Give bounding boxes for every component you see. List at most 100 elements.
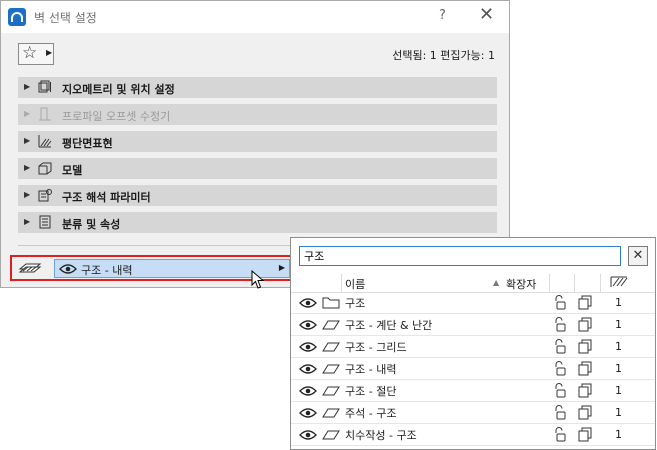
layer-name: 구조 <box>345 297 366 310</box>
layer-mode-icon[interactable] <box>578 383 592 398</box>
layer-mode-icon[interactable] <box>578 295 592 310</box>
column-divider <box>341 274 342 292</box>
column-divider <box>574 274 575 292</box>
layer-row[interactable]: 구조 - 그리드 1 <box>291 336 655 358</box>
layer-icon <box>322 320 340 330</box>
intersection-number: 1 <box>615 384 622 397</box>
intersection-number: 1 <box>615 340 622 353</box>
panel-label: 모델 <box>62 164 83 177</box>
layer-mode-icon[interactable] <box>578 405 592 420</box>
unlock-icon[interactable] <box>553 339 567 354</box>
layer-row[interactable]: 주석 - 구조 1 <box>291 402 655 424</box>
layer-row-structure-folder[interactable]: 구조 1 <box>291 292 655 314</box>
help-button[interactable]: ? <box>439 8 446 23</box>
eye-icon[interactable] <box>299 319 317 331</box>
layer-name: 주석 - 구조 <box>345 407 397 420</box>
folder-icon <box>322 297 340 309</box>
intersection-number: 1 <box>615 296 622 309</box>
eye-icon <box>59 264 77 274</box>
chevron-right-icon: ▶ <box>46 48 53 57</box>
layer-icon <box>322 430 340 440</box>
eye-icon[interactable] <box>299 363 317 375</box>
panel-geometry[interactable]: ▶ 지오메트리 및 위치 설정 <box>18 77 497 98</box>
intersection-number: 1 <box>615 362 622 375</box>
unlock-icon[interactable] <box>553 295 567 310</box>
layer-row[interactable]: 치수작성 - 구조 1 <box>291 424 655 446</box>
title-bar: 벽 선택 설정 ? ✕ <box>1 1 509 33</box>
layer-list: 구조 1 구조 - 계단 & 난간 1 구조 - 그리드 1 구조 - 내력 1… <box>291 292 655 446</box>
column-header: 이름 ▲ 확장자 <box>291 274 655 293</box>
panel-label: 분류 및 속성 <box>62 218 121 231</box>
expand-triangle-icon: ▶ <box>24 109 31 118</box>
expand-triangle-icon: ▶ <box>24 136 31 145</box>
layer-name: 치수작성 - 구조 <box>345 429 417 442</box>
column-extension-header[interactable]: 확장자 <box>506 276 536 292</box>
panel-structural-analysis[interactable]: ▶ 구조 해석 파라미터 <box>18 185 497 206</box>
current-layer-label: 구조 - 내력 <box>81 264 133 277</box>
close-button[interactable]: ✕ <box>479 4 494 25</box>
panel-label: 평단면표현 <box>62 137 113 150</box>
mouse-cursor-icon <box>251 270 265 289</box>
layer-list-popup: ✕ 이름 ▲ 확장자 구조 1 구조 - 계단 & 난간 <box>290 237 656 450</box>
star-icon: ☆ <box>22 43 38 63</box>
layer-name: 구조 - 그리드 <box>345 341 407 354</box>
intersection-number: 1 <box>615 318 622 331</box>
column-divider <box>549 274 550 292</box>
model-icon <box>38 162 52 175</box>
close-icon: ✕ <box>632 248 644 263</box>
unlock-icon[interactable] <box>553 383 567 398</box>
eye-icon[interactable] <box>299 341 317 353</box>
expand-triangle-icon: ▶ <box>24 82 31 91</box>
panel-label: 지오메트리 및 위치 설정 <box>62 83 175 96</box>
panel-label: 구조 해석 파라미터 <box>62 191 151 204</box>
expand-triangle-icon: ▶ <box>24 190 31 199</box>
eye-icon[interactable] <box>299 429 317 441</box>
panel-model[interactable]: ▶ 모델 <box>18 158 497 179</box>
layer-name: 구조 - 절단 <box>345 385 397 398</box>
sort-ascending-icon: ▲ <box>493 278 500 287</box>
panel-floor-plan[interactable]: ▶ 평단면표현 <box>18 131 497 152</box>
unlock-icon[interactable] <box>553 361 567 376</box>
unlock-icon[interactable] <box>553 427 567 442</box>
layer-name: 구조 - 내력 <box>345 363 397 376</box>
eye-icon[interactable] <box>299 385 317 397</box>
eye-icon[interactable] <box>299 297 317 309</box>
clear-search-button[interactable]: ✕ <box>628 246 648 266</box>
layer-icon <box>322 342 340 352</box>
structural-icon <box>38 189 52 202</box>
selection-info: 선택됨: 1 편집가능: 1 <box>392 49 495 62</box>
column-divider <box>600 274 601 292</box>
geometry-icon <box>38 80 51 93</box>
layer-row[interactable]: 구조 - 계단 & 난간 1 <box>291 314 655 336</box>
layer-mode-icon[interactable] <box>578 317 592 332</box>
layer-icon <box>322 386 340 396</box>
eye-icon[interactable] <box>299 407 317 419</box>
column-name-header[interactable]: 이름 <box>345 276 365 292</box>
layer-row[interactable]: 구조 - 내력 1 <box>291 358 655 380</box>
layer-icon <box>322 408 340 418</box>
favorites-button[interactable]: ☆ ▶ <box>18 43 54 65</box>
archicad-app-icon <box>8 8 26 26</box>
layer-selector-highlight: 구조 - 내력 ▶ <box>10 255 292 281</box>
dialog-title: 벽 선택 설정 <box>34 11 97 25</box>
intersection-number: 1 <box>615 406 622 419</box>
classification-icon <box>39 215 51 229</box>
panel-label: 프로파일 오프셋 수정기 <box>62 110 171 123</box>
layer-name: 구조 - 계단 & 난간 <box>345 319 433 332</box>
panel-classification[interactable]: ▶ 분류 및 속성 <box>18 212 497 233</box>
layer-mode-icon[interactable] <box>578 339 592 354</box>
expand-triangle-icon: ▶ <box>24 163 31 172</box>
intersection-number: 1 <box>615 428 622 441</box>
unlock-icon[interactable] <box>553 317 567 332</box>
layer-row[interactable]: 구조 - 절단 1 <box>291 380 655 402</box>
layer-mode-icon[interactable] <box>578 427 592 442</box>
layer-search-input[interactable] <box>299 246 621 266</box>
intersection-priority-icon <box>610 276 628 287</box>
profile-icon <box>39 107 51 121</box>
layers-icon <box>18 263 42 273</box>
unlock-icon[interactable] <box>553 405 567 420</box>
layer-icon <box>322 364 340 374</box>
expand-triangle-icon: ▶ <box>24 217 31 226</box>
floor-plan-icon <box>38 135 52 148</box>
layer-mode-icon[interactable] <box>578 361 592 376</box>
